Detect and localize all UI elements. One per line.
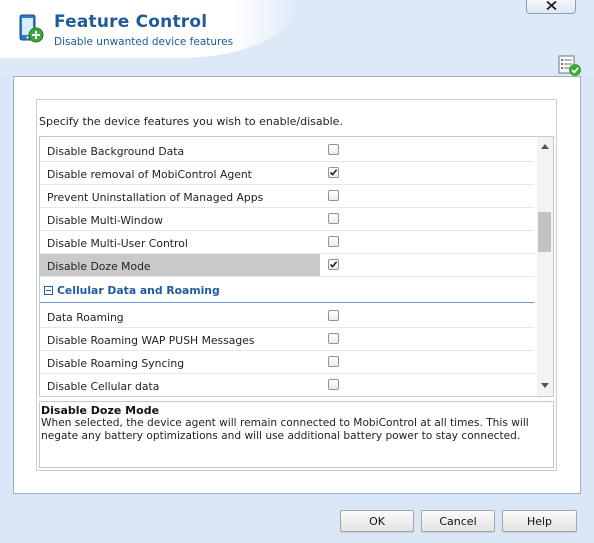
checkmark-icon [329, 261, 338, 268]
checklist-check-icon[interactable] [558, 55, 582, 77]
checkmark-icon [329, 169, 338, 176]
feature-checkbox[interactable] [328, 167, 339, 178]
feature-group-panel: Specify the device features you wish to … [36, 99, 557, 471]
feature-label: Disable Roaming WAP PUSH Messages [47, 334, 255, 347]
scroll-down-icon[interactable] [541, 383, 549, 388]
feature-row[interactable]: Data Roaming [40, 305, 534, 328]
cancel-button[interactable]: Cancel [421, 510, 495, 532]
dialog-subtitle: Disable unwanted device features [54, 36, 234, 48]
feature-label: Disable Multi-Window [47, 214, 163, 227]
feature-label: Disable Doze Mode [47, 260, 151, 273]
feature-row[interactable]: Disable Roaming Syncing [40, 351, 534, 374]
feature-checkbox[interactable] [328, 190, 339, 201]
dialog-title: Feature Control [54, 12, 208, 32]
feature-row[interactable]: Prevent Uninstallation of Managed Apps [40, 185, 534, 208]
feature-label: Disable Multi-User Control [47, 237, 188, 250]
feature-row[interactable]: Disable Background Data [40, 139, 534, 162]
description-title: Disable Doze Mode [41, 404, 160, 417]
section-header-cellular[interactable]: Cellular Data and Roaming [40, 277, 534, 303]
feature-checkbox[interactable] [328, 213, 339, 224]
help-button[interactable]: Help [502, 510, 577, 532]
feature-checkbox[interactable] [328, 379, 339, 390]
feature-label: Disable Roaming Syncing [47, 357, 185, 370]
close-button[interactable] [526, 0, 576, 14]
section-label: Cellular Data and Roaming [57, 284, 220, 297]
feature-checkbox[interactable] [328, 356, 339, 367]
feature-label: Disable removal of MobiControl Agent [47, 168, 252, 181]
content-panel: Specify the device features you wish to … [13, 76, 581, 494]
feature-list: Disable Background Data Disable removal … [39, 136, 554, 397]
instruction-text: Specify the device features you wish to … [39, 115, 343, 128]
feature-label: Disable Background Data [47, 145, 185, 158]
feature-row[interactable]: Disable Multi-User Control [40, 231, 534, 254]
feature-row[interactable]: Disable Multi-Window [40, 208, 534, 231]
scroll-up-icon[interactable] [541, 144, 549, 149]
description-panel: Disable Doze Mode When selected, the dev… [39, 401, 554, 468]
feature-row-selected[interactable]: Disable Doze Mode [40, 254, 534, 277]
feature-checkbox[interactable] [328, 333, 339, 344]
scroll-thumb[interactable] [538, 212, 551, 252]
feature-checkbox[interactable] [328, 259, 339, 270]
vertical-scrollbar[interactable] [537, 137, 553, 396]
feature-row[interactable]: Disable Roaming WAP PUSH Messages [40, 328, 534, 351]
feature-checkbox[interactable] [328, 236, 339, 247]
collapse-toggle-icon[interactable] [44, 286, 53, 295]
feature-label: Data Roaming [47, 311, 124, 324]
feature-label: Disable Cellular data [47, 380, 160, 393]
description-text: When selected, the device agent will rem… [41, 417, 529, 442]
close-icon [545, 1, 557, 10]
feature-label: Prevent Uninstallation of Managed Apps [47, 191, 264, 204]
ok-button[interactable]: OK [340, 510, 414, 532]
feature-row[interactable]: Disable Cellular data [40, 374, 534, 396]
device-settings-icon [19, 14, 44, 43]
feature-checkbox[interactable] [328, 310, 339, 321]
feature-checkbox[interactable] [328, 144, 339, 155]
feature-row[interactable]: Disable removal of MobiControl Agent [40, 162, 534, 185]
dialog-header: Feature Control Disable unwanted device … [0, 0, 594, 76]
